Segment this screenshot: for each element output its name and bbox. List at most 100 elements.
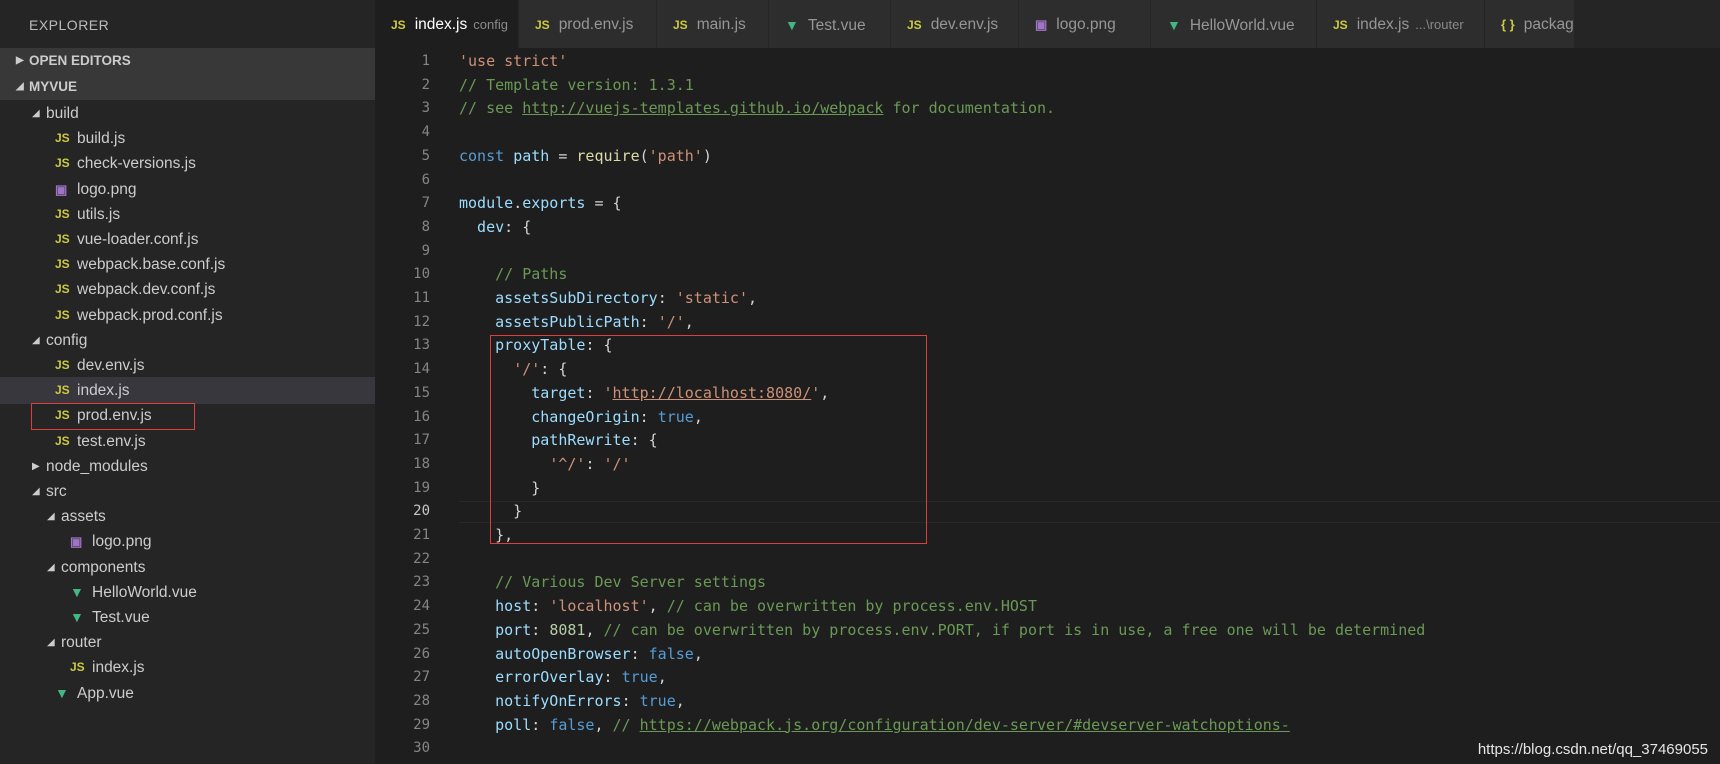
line-number: 29 (413, 716, 430, 733)
editor-tab[interactable]: { } packag (1485, 0, 1575, 48)
editor-tab[interactable]: JS index.js ...\router (1317, 0, 1485, 48)
tree-item-label: components (61, 558, 146, 576)
line-number: 21 (413, 527, 430, 543)
line-number: 9 (421, 242, 430, 259)
js-file-icon: JS (55, 257, 70, 272)
tab-label: prod.env.js (558, 16, 634, 33)
tree-file[interactable]: JS check-versions.js (0, 150, 375, 177)
code-token: // Paths (459, 265, 568, 284)
vue-file-icon: ▼ (70, 583, 84, 600)
tab-label: logo.png (1056, 16, 1116, 33)
js-file-icon: JS (55, 358, 70, 372)
tree-item-label: test.env.js (77, 432, 146, 450)
tree-item-label: dev.env.js (77, 357, 145, 374)
tree-item-label: webpack.base.conf.js (77, 256, 226, 274)
js-file-icon: JS (55, 433, 70, 448)
line-number: 26 (413, 645, 430, 662)
editor-tab[interactable]: JSindex.jsconfig× (375, 0, 519, 48)
explorer-title: EXPLORER (29, 17, 110, 33)
code-token: ( (639, 146, 649, 165)
js-file-icon: JS (55, 206, 70, 221)
line-number: 6 (421, 171, 430, 188)
tree-file[interactable]: JS index.js (0, 377, 375, 405)
line-number: 4 (421, 124, 430, 141)
editor-tab[interactable]: JS dev.env.js (891, 0, 1019, 48)
tree-item-label: index.js (77, 382, 130, 400)
tree-item-label: logo.png (92, 533, 152, 551)
js-file-icon: JS (673, 18, 688, 32)
editor-tab[interactable]: JS main.js (657, 0, 769, 48)
editor-tab[interactable]: ▣ logo.png (1019, 0, 1151, 48)
tree-file[interactable]: JS webpack.dev.conf.js (0, 276, 375, 303)
tab-label: main.js (696, 16, 746, 33)
tree-folder[interactable]: ◢ router (0, 629, 375, 656)
tree-file[interactable]: ▣ logo.png (0, 176, 375, 203)
tree-folder[interactable]: ◢ src (0, 478, 375, 505)
code-token: errorOverlay (459, 668, 604, 687)
tree-item-label: webpack.dev.conf.js (77, 281, 216, 299)
code-token: true (621, 668, 658, 687)
js-file-icon: JS (907, 18, 922, 32)
tree-file[interactable]: JS webpack.prod.conf.js (0, 302, 375, 329)
tree-file[interactable]: JS dev.env.js (0, 352, 375, 379)
line-number: 13 (413, 337, 430, 354)
tree-item-label: build (46, 105, 79, 122)
line-number: 3 (421, 100, 430, 117)
code-token: : (621, 691, 640, 710)
tree-folder[interactable]: ◢ assets (0, 503, 375, 530)
code-line: autoOpenBrowser: false, (459, 643, 703, 667)
code-token: // see (459, 99, 523, 118)
editor-tab[interactable]: ▼ Test.vue (769, 0, 891, 48)
code-token: = (549, 146, 577, 165)
tree-item-label: build.js (77, 130, 126, 148)
tree-folder[interactable]: ▶ node_modules (0, 453, 375, 480)
code-editor[interactable]: 1 2 3 4 5 6 7 8 9 10 11 12 13 14 15 16 17 18 19 20 21 22 23 24 2… (375, 48, 1720, 764)
tree-item-label: App.vue (77, 684, 134, 702)
code-token: : { (504, 217, 532, 236)
tree-file[interactable]: ▼ Test.vue (0, 604, 375, 631)
chevron-down-icon: ◢ (47, 561, 55, 573)
chevron-down-icon: ◢ (47, 637, 55, 649)
project-section[interactable]: ◢ MYVUE (0, 74, 375, 100)
code-token: 'localhost' (549, 597, 649, 616)
tree-folder[interactable]: ◢ config (0, 327, 375, 354)
tree-file[interactable]: JS vue-loader.conf.js (0, 226, 375, 253)
chevron-down-icon: ◢ (16, 81, 24, 92)
editor-tab[interactable]: JS prod.env.js (519, 0, 657, 48)
js-file-icon: JS (55, 131, 70, 146)
tree-file[interactable]: ▼ App.vue (0, 680, 375, 707)
tree-item-label: Test.vue (92, 609, 150, 626)
tree-file[interactable]: ▣ logo.png (0, 528, 375, 555)
tree-file[interactable]: ▼ HelloWorld.vue (0, 579, 375, 606)
tree-file[interactable]: JS build.js (0, 125, 375, 152)
code-line: // see http://vuejs-templates.github.io/… (459, 97, 1055, 121)
open-editors-section[interactable]: ▶ OPEN EDITORS (0, 48, 375, 74)
code-token: const (459, 146, 505, 165)
tree-file[interactable]: JS webpack.base.conf.js (0, 251, 375, 278)
tree-folder[interactable]: ◢ components (0, 554, 375, 581)
tab-label: packag (1523, 16, 1574, 33)
tab-description: config (473, 17, 508, 32)
tree-file[interactable]: JS test.env.js (0, 428, 375, 455)
tree-file[interactable]: JS utils.js (0, 201, 375, 228)
code-line: // Template version: 1.3.1 (459, 74, 694, 98)
tab-label: index.js (414, 16, 468, 33)
code-token: port (459, 620, 532, 639)
tab-label: HelloWorld.vue (1189, 17, 1295, 34)
line-number: 24 (413, 598, 430, 615)
tree-folder[interactable]: ◢ build (0, 100, 375, 127)
vue-file-icon: ▼ (1167, 17, 1181, 33)
code-line: // Paths (459, 263, 567, 287)
code-line: dev: { (459, 216, 531, 240)
code-token: for documentation. (883, 99, 1056, 118)
js-file-icon: JS (55, 383, 70, 398)
editor-tab[interactable]: ▼ HelloWorld.vue (1151, 0, 1317, 48)
code-token: , (585, 620, 604, 639)
tree-file[interactable]: JS index.js (0, 654, 375, 681)
tab-description: ...\router (1415, 17, 1464, 32)
code-token: exports (522, 194, 586, 213)
code-token: autoOpenBrowser (459, 644, 631, 663)
tab-label: dev.env.js (930, 16, 999, 33)
line-number: 16 (413, 408, 430, 425)
